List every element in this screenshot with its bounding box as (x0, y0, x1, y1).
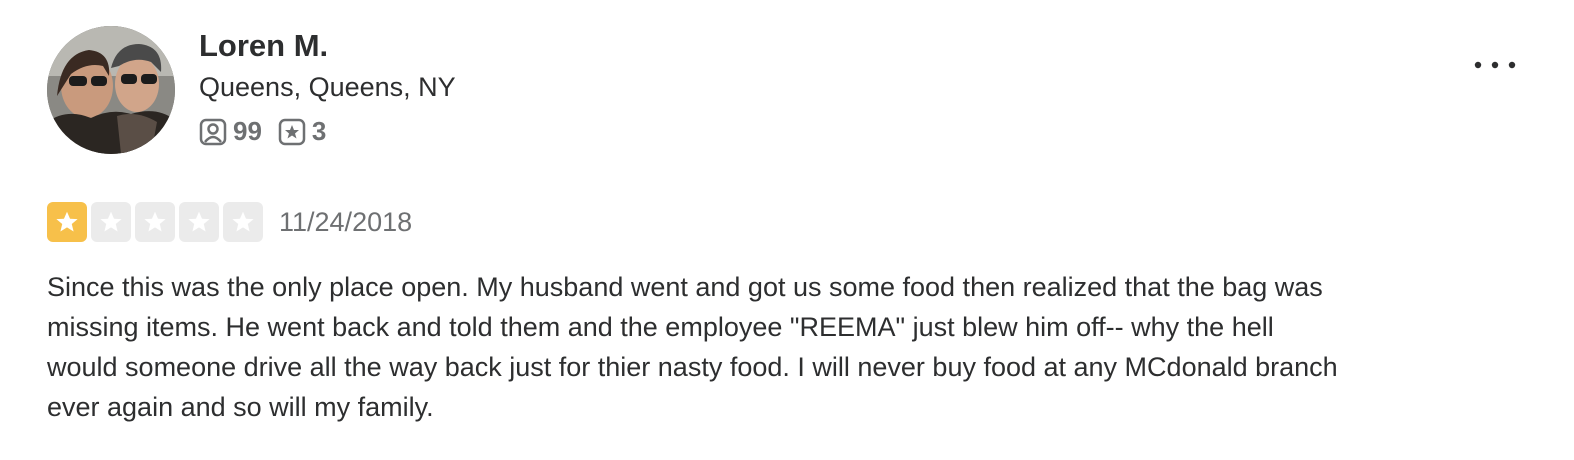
star-empty (135, 202, 175, 242)
friends-icon (199, 118, 227, 145)
star-empty (223, 202, 263, 242)
reviews-count: 3 (311, 116, 327, 146)
avatar-photo (47, 26, 175, 154)
star-rating (47, 202, 267, 242)
review-text: Since this was the only place open. My h… (47, 272, 1338, 422)
star-icon (100, 211, 122, 232)
star-empty (179, 202, 219, 242)
star-empty (91, 202, 131, 242)
star-icon (188, 211, 210, 232)
star-icon (56, 211, 78, 232)
friends-count: 99 (233, 116, 262, 146)
star-icon (232, 211, 254, 232)
review-date: 11/24/2018 (279, 206, 413, 237)
reviews-stat: 3 (278, 116, 326, 147)
user-info: Loren M. Queens, Queens, NY 99 3 (199, 28, 456, 147)
reviewer-location: Queens, Queens, NY (199, 72, 456, 102)
friends-stat: 99 (199, 116, 262, 147)
star-icon (144, 211, 166, 232)
review-card: Loren M. Queens, Queens, NY 99 3 11/24/2… (0, 0, 1574, 460)
avatar[interactable] (47, 26, 175, 154)
star-badge-icon (278, 118, 306, 145)
reviewer-name[interactable]: Loren M. (199, 28, 456, 64)
more-options-icon (1474, 61, 1516, 69)
rating-row: 11/24/2018 (47, 202, 412, 242)
more-options-button[interactable] (1468, 50, 1522, 80)
reviewer-stats: 99 3 (199, 116, 456, 147)
star-filled (47, 202, 87, 242)
